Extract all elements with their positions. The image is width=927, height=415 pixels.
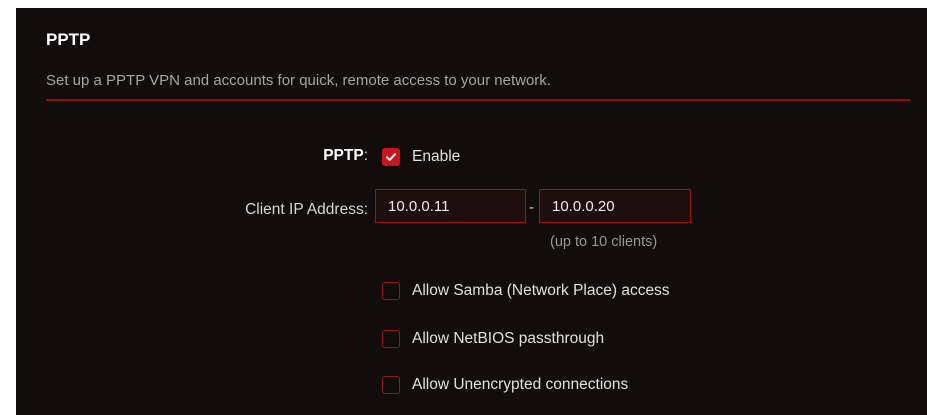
allow-samba-label[interactable]: Allow Samba (Network Place) access: [412, 282, 670, 300]
client-ip-start-input[interactable]: [375, 189, 526, 223]
client-limit-hint: (up to 10 clients): [550, 234, 658, 250]
section-title: PPTP: [46, 30, 91, 49]
allow-samba-checkbox[interactable]: [382, 282, 400, 300]
pptp-enable-label[interactable]: Enable: [412, 148, 460, 166]
allow-unencrypted-checkbox[interactable]: [382, 376, 400, 394]
client-ip-end-input[interactable]: [539, 189, 691, 223]
checkmark-icon: [386, 153, 396, 161]
client-ip-label: Client IP Address:: [245, 201, 368, 218]
ip-range-separator: -: [529, 199, 534, 216]
pptp-panel: PPTP Set up a PPTP VPN and accounts for …: [16, 8, 927, 415]
section-divider: [46, 99, 910, 101]
pptp-enable-checkbox[interactable]: [382, 148, 400, 166]
pptp-label-colon: :: [363, 147, 368, 164]
section-description: Set up a PPTP VPN and accounts for quick…: [46, 72, 551, 89]
pptp-label-text: PPTP: [323, 147, 364, 164]
allow-unencrypted-label[interactable]: Allow Unencrypted connections: [412, 376, 628, 394]
allow-netbios-checkbox[interactable]: [382, 330, 400, 348]
allow-netbios-label[interactable]: Allow NetBIOS passthrough: [412, 330, 604, 348]
pptp-label: PPTP:: [216, 147, 368, 165]
